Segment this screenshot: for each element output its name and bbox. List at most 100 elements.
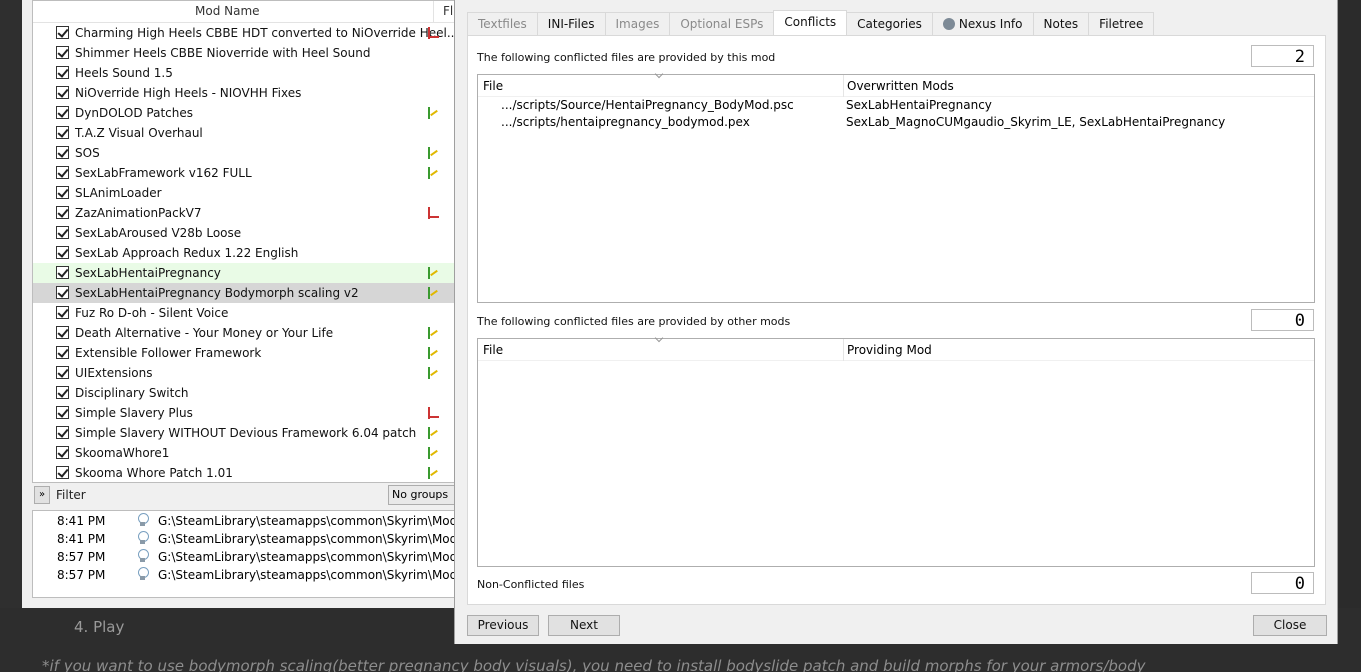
previous-button[interactable]: Previous — [467, 615, 539, 636]
mod-enabled-checkbox[interactable] — [56, 366, 69, 379]
mod-enabled-checkbox[interactable] — [56, 26, 69, 39]
conflict-row[interactable]: .../scripts/hentaipregnancy_bodymod.pex S… — [478, 114, 1314, 131]
mod-enabled-checkbox[interactable] — [56, 166, 69, 179]
tab-conflicts[interactable]: Conflicts — [773, 10, 848, 35]
sort-indicator-icon — [656, 335, 664, 343]
tab-notes[interactable]: Notes — [1032, 12, 1090, 35]
overwritten-tree[interactable]: File Providing Mod — [477, 338, 1315, 567]
mod-row[interactable]: Heels Sound 1.5 — [33, 63, 481, 83]
mod-row[interactable]: UIExtensions — [33, 363, 481, 383]
mod-enabled-checkbox[interactable] — [56, 186, 69, 199]
close-button[interactable]: Close — [1253, 615, 1327, 636]
tab-ini-files[interactable]: INI-Files — [536, 12, 606, 35]
mod-name: Shimmer Heels CBBE Nioverride with Heel … — [75, 46, 371, 60]
mod-enabled-checkbox[interactable] — [56, 426, 69, 439]
overwritten-section-label: The following conflicted files are provi… — [477, 315, 791, 328]
overwritten-count: 0 — [1251, 309, 1314, 331]
mod-enabled-checkbox[interactable] — [56, 106, 69, 119]
mod-row[interactable]: Extensible Follower Framework — [33, 343, 481, 363]
overwrite-col-mods[interactable]: Overwritten Mods — [847, 79, 954, 93]
column-flags[interactable]: Fl — [443, 4, 453, 18]
mod-enabled-checkbox[interactable] — [56, 246, 69, 259]
log-message: G:\SteamLibrary\steamapps\common\Skyrim\… — [158, 550, 462, 564]
mod-row[interactable]: Skooma Whore Patch 1.01 — [33, 463, 481, 482]
next-button[interactable]: Next — [548, 615, 620, 636]
mod-row[interactable]: SexLab Approach Redux 1.22 English — [33, 243, 481, 263]
mod-row[interactable]: Shimmer Heels CBBE Nioverride with Heel … — [33, 43, 481, 63]
mod-enabled-checkbox[interactable] — [56, 326, 69, 339]
groups-select[interactable]: No groups — [388, 485, 462, 505]
overwritten-tree-header: File Providing Mod — [478, 339, 1314, 361]
nonconflicted-label: Non-Conflicted files — [477, 578, 585, 591]
mod-name: Fuz Ro D-oh - Silent Voice — [75, 306, 229, 320]
tab-bar: Textfiles INI-Files Images Optional ESPs Con… — [467, 10, 1155, 36]
mod-enabled-checkbox[interactable] — [56, 466, 69, 479]
mod-enabled-checkbox[interactable] — [56, 346, 69, 359]
mod-row[interactable]: SexLabAroused V28b Loose — [33, 223, 481, 243]
overwritten-col-mod[interactable]: Providing Mod — [847, 343, 932, 357]
mod-enabled-checkbox[interactable] — [56, 46, 69, 59]
mod-row[interactable]: Simple Slavery WITHOUT Devious Framework… — [33, 423, 481, 443]
mod-enabled-checkbox[interactable] — [56, 406, 69, 419]
mod-name: Charming High Heels CBBE HDT converted t… — [75, 26, 459, 40]
tab-filetree[interactable]: Filetree — [1088, 12, 1155, 35]
mod-row[interactable]: SexLabHentaiPregnancy — [33, 263, 481, 283]
overwrite-tree-header: File Overwritten Mods — [478, 75, 1314, 97]
web-note-text: *if you want to use bodymorph scaling(be… — [42, 657, 1146, 672]
tab-label: INI-Files — [547, 17, 595, 31]
column-mod-name[interactable]: Mod Name — [195, 4, 260, 18]
mod-name: Simple Slavery WITHOUT Devious Framework… — [75, 426, 417, 440]
mod-row[interactable]: Simple Slavery Plus — [33, 403, 481, 423]
log-time: 8:41 PM — [57, 514, 106, 528]
mod-enabled-checkbox[interactable] — [56, 266, 69, 279]
log-pane[interactable]: 8:41 PM G:\SteamLibrary\steamapps\common\… — [32, 510, 462, 598]
mod-row[interactable]: SOS — [33, 143, 481, 163]
mod-row[interactable]: SexLabFramework v162 FULL — [33, 163, 481, 183]
mod-list[interactable]: Mod Name Fl Charming High Heels CBBE HDT… — [32, 0, 482, 483]
mod-name: Heels Sound 1.5 — [75, 66, 173, 80]
mod-enabled-checkbox[interactable] — [56, 386, 69, 399]
mod-row[interactable]: Disciplinary Switch — [33, 383, 481, 403]
log-row: 8:57 PM G:\SteamLibrary\steamapps\common\… — [33, 565, 461, 583]
mod-name: Skooma Whore Patch 1.01 — [75, 466, 233, 480]
mod-name: NiOverride High Heels - NIOVHH Fixes — [75, 86, 302, 100]
mod-enabled-checkbox[interactable] — [56, 146, 69, 159]
mod-row[interactable]: DynDOLOD Patches — [33, 103, 481, 123]
mod-row[interactable]: SkoomaWhore1 — [33, 443, 481, 463]
overwritten-col-file[interactable]: File — [483, 343, 503, 357]
mod-enabled-checkbox[interactable] — [56, 306, 69, 319]
conflict-overwrite-icon — [425, 285, 441, 301]
mod-organizer-window: Mod Name Fl Charming High Heels CBBE HDT… — [22, 0, 482, 608]
log-time: 8:41 PM — [57, 532, 106, 546]
tab-categories[interactable]: Categories — [846, 12, 933, 35]
tab-nexus-info[interactable]: Nexus Info — [931, 12, 1034, 35]
mod-enabled-checkbox[interactable] — [56, 446, 69, 459]
conflict-overwritten-icon — [425, 205, 441, 221]
mod-row[interactable]: Fuz Ro D-oh - Silent Voice — [33, 303, 481, 323]
mod-enabled-checkbox[interactable] — [56, 66, 69, 79]
mod-enabled-checkbox[interactable] — [56, 226, 69, 239]
mod-list-header: Mod Name Fl — [33, 1, 481, 23]
mod-row[interactable]: Charming High Heels CBBE HDT converted t… — [33, 23, 481, 43]
conflict-overwrite-icon — [425, 345, 441, 361]
overwrite-count: 2 — [1251, 45, 1314, 67]
mod-enabled-checkbox[interactable] — [56, 206, 69, 219]
nonconflicted-count-value: 0 — [1294, 574, 1305, 594]
conflict-overwrite-icon — [425, 325, 441, 341]
mod-row[interactable]: SLAnimLoader — [33, 183, 481, 203]
log-row: 8:57 PM G:\SteamLibrary\steamapps\common\… — [33, 547, 461, 565]
mod-row[interactable]: NiOverride High Heels - NIOVHH Fixes — [33, 83, 481, 103]
overwritten-count-value: 0 — [1294, 311, 1305, 331]
overwrite-col-file[interactable]: File — [483, 79, 503, 93]
mod-row[interactable]: Death Alternative - Your Money or Your L… — [33, 323, 481, 343]
mod-enabled-checkbox[interactable] — [56, 286, 69, 299]
conflict-row[interactable]: .../scripts/Source/HentaiPregnancy_BodyM… — [478, 97, 1314, 114]
mod-enabled-checkbox[interactable] — [56, 126, 69, 139]
mod-row[interactable]: T.A.Z Visual Overhaul — [33, 123, 481, 143]
mod-row[interactable]: ZazAnimationPackV7 — [33, 203, 481, 223]
overwrite-tree[interactable]: File Overwritten Mods .../scripts/Source… — [477, 74, 1315, 303]
mod-enabled-checkbox[interactable] — [56, 86, 69, 99]
mod-name: Death Alternative - Your Money or Your L… — [75, 326, 334, 340]
mod-row[interactable]: SexLabHentaiPregnancy Bodymorph scaling … — [33, 283, 481, 303]
expand-filter-button[interactable]: » — [34, 486, 50, 504]
